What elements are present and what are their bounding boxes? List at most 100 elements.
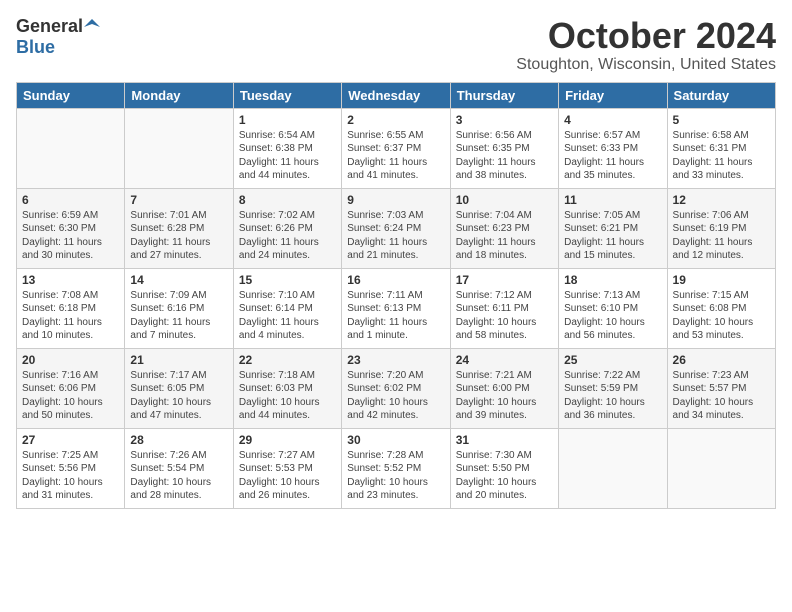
- calendar-cell: 31 Sunrise: 7:30 AMSunset: 5:50 PMDayligh…: [450, 428, 558, 508]
- day-number: 7: [130, 193, 227, 207]
- calendar-cell: 2 Sunrise: 6:55 AMSunset: 6:37 PMDaylight…: [342, 108, 450, 188]
- header-wednesday: Wednesday: [342, 82, 450, 108]
- cell-content: Sunrise: 6:55 AMSunset: 6:37 PMDaylight:…: [347, 129, 444, 183]
- calendar-cell: 3 Sunrise: 6:56 AMSunset: 6:35 PMDaylight…: [450, 108, 558, 188]
- cell-content: Sunrise: 7:23 AMSunset: 5:57 PMDaylight:…: [673, 369, 770, 423]
- day-number: 9: [347, 193, 444, 207]
- calendar-week-row: 13 Sunrise: 7:08 AMSunset: 6:18 PMDayligh…: [17, 268, 776, 348]
- day-number: 19: [673, 273, 770, 287]
- calendar-cell: 27 Sunrise: 7:25 AMSunset: 5:56 PMDayligh…: [17, 428, 125, 508]
- calendar-cell: 6 Sunrise: 6:59 AMSunset: 6:30 PMDaylight…: [17, 188, 125, 268]
- cell-content: Sunrise: 7:04 AMSunset: 6:23 PMDaylight:…: [456, 209, 553, 263]
- logo-general: General: [16, 16, 83, 37]
- cell-content: Sunrise: 7:25 AMSunset: 5:56 PMDaylight:…: [22, 449, 119, 503]
- cell-content: Sunrise: 7:02 AMSunset: 6:26 PMDaylight:…: [239, 209, 336, 263]
- calendar-cell: [667, 428, 775, 508]
- day-number: 22: [239, 353, 336, 367]
- calendar-cell: 23 Sunrise: 7:20 AMSunset: 6:02 PMDayligh…: [342, 348, 450, 428]
- calendar-cell: 30 Sunrise: 7:28 AMSunset: 5:52 PMDayligh…: [342, 428, 450, 508]
- cell-content: Sunrise: 7:10 AMSunset: 6:14 PMDaylight:…: [239, 289, 336, 343]
- logo-bird-icon: [84, 17, 100, 33]
- calendar-table: SundayMondayTuesdayWednesdayThursdayFrid…: [16, 82, 776, 509]
- day-number: 12: [673, 193, 770, 207]
- calendar-cell: 20Sunrise: 7:16 AMSunset: 6:06 PMDayligh…: [17, 348, 125, 428]
- calendar-cell: 11 Sunrise: 7:05 AMSunset: 6:21 PMDayligh…: [559, 188, 667, 268]
- calendar-header-row: SundayMondayTuesdayWednesdayThursdayFrid…: [17, 82, 776, 108]
- location: Stoughton, Wisconsin, United States: [516, 56, 776, 74]
- day-number: 26: [673, 353, 770, 367]
- cell-content: Sunrise: 6:58 AMSunset: 6:31 PMDaylight:…: [673, 129, 770, 183]
- day-number: 18: [564, 273, 661, 287]
- day-number: 14: [130, 273, 227, 287]
- calendar-cell: 12Sunrise: 7:06 AMSunset: 6:19 PMDayligh…: [667, 188, 775, 268]
- calendar-cell: 10 Sunrise: 7:04 AMSunset: 6:23 PMDayligh…: [450, 188, 558, 268]
- day-number: 30: [347, 433, 444, 447]
- calendar-cell: 24 Sunrise: 7:21 AMSunset: 6:00 PMDayligh…: [450, 348, 558, 428]
- cell-content: Sunrise: 7:27 AMSunset: 5:53 PMDaylight:…: [239, 449, 336, 503]
- calendar-week-row: 27 Sunrise: 7:25 AMSunset: 5:56 PMDayligh…: [17, 428, 776, 508]
- cell-content: Sunrise: 6:57 AMSunset: 6:33 PMDaylight:…: [564, 129, 661, 183]
- day-number: 16: [347, 273, 444, 287]
- day-number: 23: [347, 353, 444, 367]
- day-number: 1: [239, 113, 336, 127]
- day-number: 10: [456, 193, 553, 207]
- calendar-cell: 8 Sunrise: 7:02 AMSunset: 6:26 PMDaylight…: [233, 188, 341, 268]
- cell-content: Sunrise: 7:18 AMSunset: 6:03 PMDaylight:…: [239, 369, 336, 423]
- cell-content: Sunrise: 7:05 AMSunset: 6:21 PMDaylight:…: [564, 209, 661, 263]
- cell-content: Sunrise: 6:54 AMSunset: 6:38 PMDaylight:…: [239, 129, 336, 183]
- day-number: 20: [22, 353, 119, 367]
- day-number: 27: [22, 433, 119, 447]
- day-number: 11: [564, 193, 661, 207]
- day-number: 4: [564, 113, 661, 127]
- cell-content: Sunrise: 7:03 AMSunset: 6:24 PMDaylight:…: [347, 209, 444, 263]
- day-number: 8: [239, 193, 336, 207]
- cell-content: Sunrise: 7:15 AMSunset: 6:08 PMDaylight:…: [673, 289, 770, 343]
- cell-content: Sunrise: 7:30 AMSunset: 5:50 PMDaylight:…: [456, 449, 553, 503]
- day-number: 21: [130, 353, 227, 367]
- calendar-cell: 25 Sunrise: 7:22 AMSunset: 5:59 PMDayligh…: [559, 348, 667, 428]
- calendar-cell: 9 Sunrise: 7:03 AMSunset: 6:24 PMDaylight…: [342, 188, 450, 268]
- header-monday: Monday: [125, 82, 233, 108]
- cell-content: Sunrise: 7:09 AMSunset: 6:16 PMDaylight:…: [130, 289, 227, 343]
- day-number: 3: [456, 113, 553, 127]
- cell-content: Sunrise: 6:59 AMSunset: 6:30 PMDaylight:…: [22, 209, 119, 263]
- calendar-cell: 14 Sunrise: 7:09 AMSunset: 6:16 PMDayligh…: [125, 268, 233, 348]
- calendar-cell: 15 Sunrise: 7:10 AMSunset: 6:14 PMDayligh…: [233, 268, 341, 348]
- cell-content: Sunrise: 7:28 AMSunset: 5:52 PMDaylight:…: [347, 449, 444, 503]
- cell-content: Sunrise: 7:21 AMSunset: 6:00 PMDaylight:…: [456, 369, 553, 423]
- day-number: 24: [456, 353, 553, 367]
- calendar-cell: 7Sunrise: 7:01 AMSunset: 6:28 PMDaylight…: [125, 188, 233, 268]
- day-number: 25: [564, 353, 661, 367]
- day-number: 2: [347, 113, 444, 127]
- calendar-week-row: 6 Sunrise: 6:59 AMSunset: 6:30 PMDaylight…: [17, 188, 776, 268]
- calendar-cell: 19 Sunrise: 7:15 AMSunset: 6:08 PMDayligh…: [667, 268, 775, 348]
- day-number: 13: [22, 273, 119, 287]
- logo-blue: Blue: [16, 37, 55, 57]
- calendar-cell: [125, 108, 233, 188]
- day-number: 28: [130, 433, 227, 447]
- day-number: 6: [22, 193, 119, 207]
- page-header: General Blue October 2024 Stoughton, Wis…: [16, 16, 776, 74]
- calendar-cell: 17Sunrise: 7:12 AMSunset: 6:11 PMDayligh…: [450, 268, 558, 348]
- logo: General Blue: [16, 16, 100, 58]
- calendar-cell: 22 Sunrise: 7:18 AMSunset: 6:03 PMDayligh…: [233, 348, 341, 428]
- calendar-cell: [559, 428, 667, 508]
- cell-content: Sunrise: 7:22 AMSunset: 5:59 PMDaylight:…: [564, 369, 661, 423]
- header-saturday: Saturday: [667, 82, 775, 108]
- calendar-week-row: 1 Sunrise: 6:54 AMSunset: 6:38 PMDaylight…: [17, 108, 776, 188]
- header-friday: Friday: [559, 82, 667, 108]
- cell-content: Sunrise: 7:08 AMSunset: 6:18 PMDaylight:…: [22, 289, 119, 343]
- calendar-cell: 1 Sunrise: 6:54 AMSunset: 6:38 PMDaylight…: [233, 108, 341, 188]
- day-number: 17: [456, 273, 553, 287]
- cell-content: Sunrise: 7:20 AMSunset: 6:02 PMDaylight:…: [347, 369, 444, 423]
- cell-content: Sunrise: 7:17 AMSunset: 6:05 PMDaylight:…: [130, 369, 227, 423]
- cell-content: Sunrise: 6:56 AMSunset: 6:35 PMDaylight:…: [456, 129, 553, 183]
- day-number: 15: [239, 273, 336, 287]
- month-title: October 2024: [516, 16, 776, 56]
- header-sunday: Sunday: [17, 82, 125, 108]
- calendar-cell: 21 Sunrise: 7:17 AMSunset: 6:05 PMDayligh…: [125, 348, 233, 428]
- day-number: 29: [239, 433, 336, 447]
- day-number: 31: [456, 433, 553, 447]
- calendar-cell: 5Sunrise: 6:58 AMSunset: 6:31 PMDaylight…: [667, 108, 775, 188]
- calendar-cell: 28Sunrise: 7:26 AMSunset: 5:54 PMDayligh…: [125, 428, 233, 508]
